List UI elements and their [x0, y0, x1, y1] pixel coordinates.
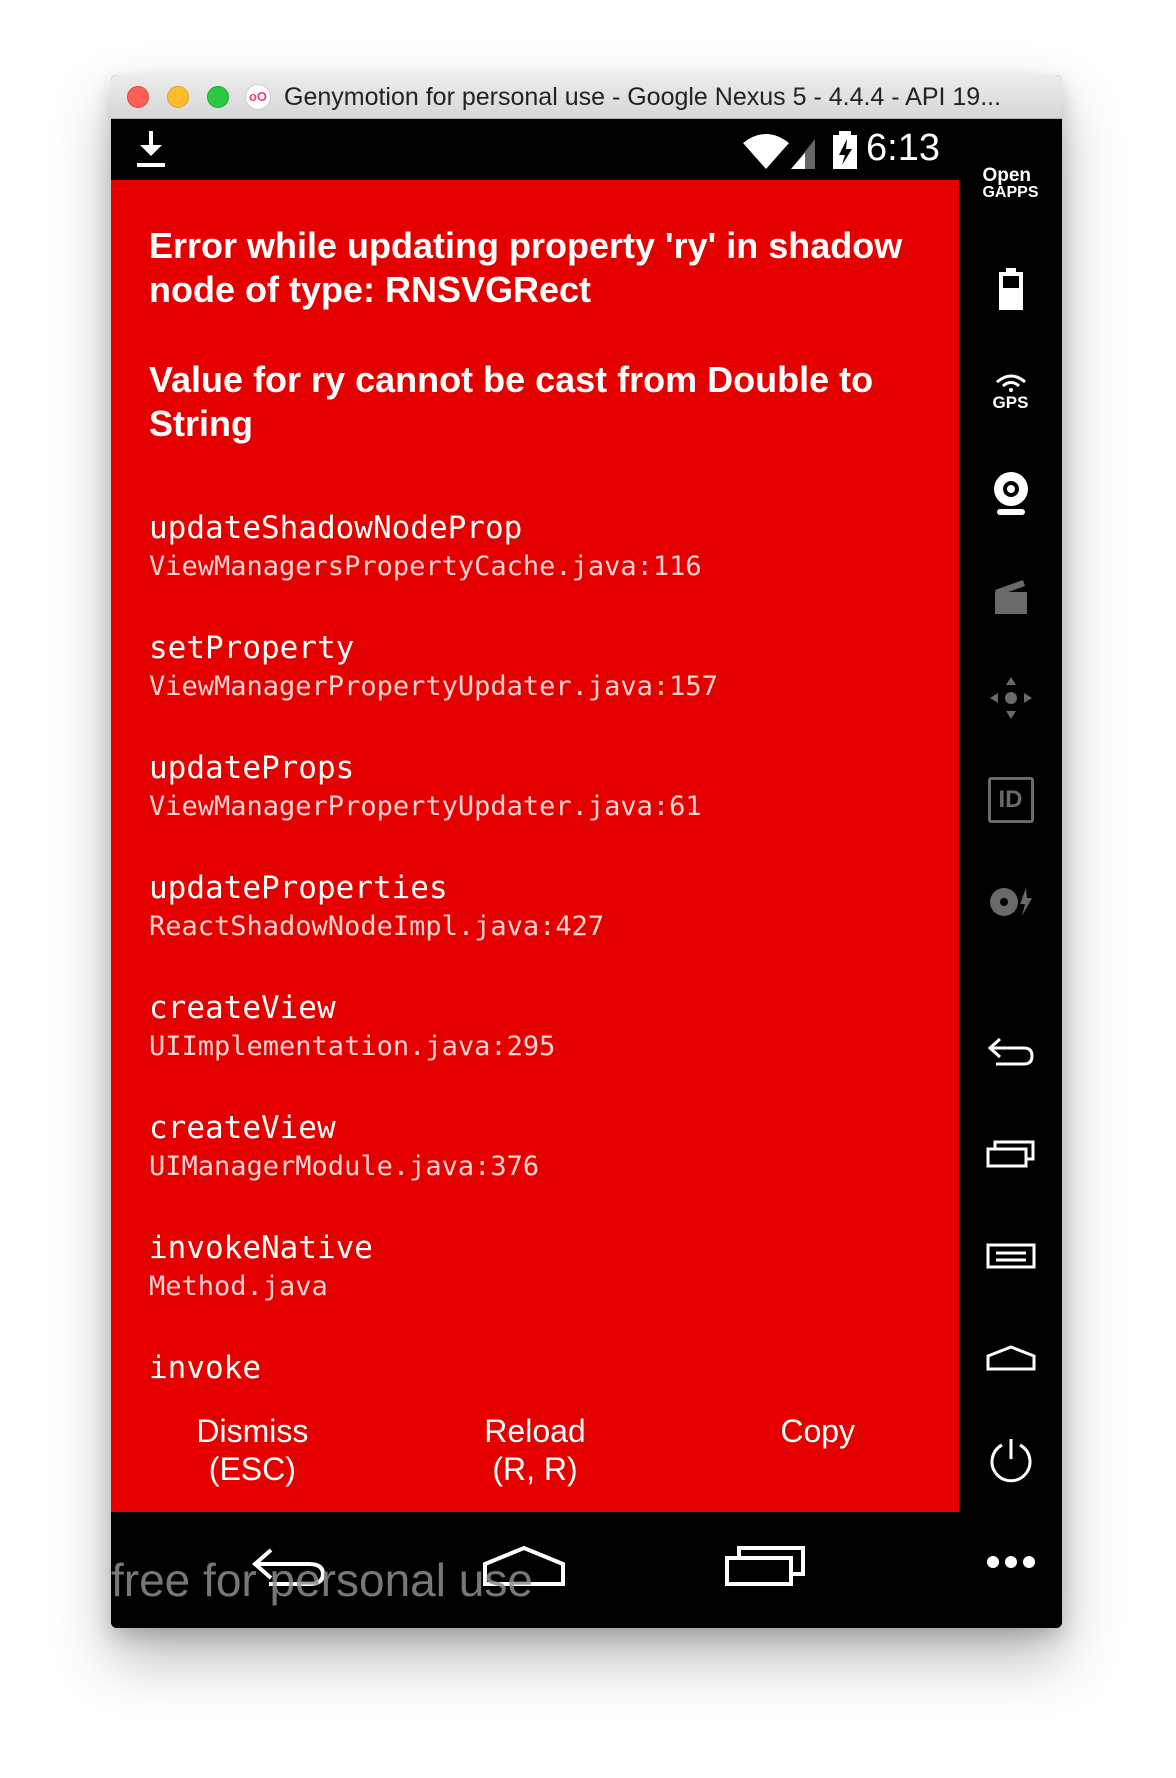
stack-frame[interactable]: setProperty ViewManagerPropertyUpdater.j…: [149, 628, 929, 748]
nav-recents-icon[interactable]: [723, 1544, 809, 1588]
battery-widget-button[interactable]: [959, 245, 1062, 335]
home-icon: [986, 1345, 1035, 1371]
clapperboard-icon: [994, 580, 1027, 614]
disk-io-icon: [989, 888, 1032, 916]
frame-method: updateShadowNodeProp: [149, 510, 523, 546]
close-window-button[interactable]: [127, 86, 149, 108]
frame-file: ReactShadowNodeImpl.java:427: [149, 911, 605, 942]
frame-file: ViewManagerPropertyUpdater.java:61: [149, 791, 702, 822]
frame-method: invokeNative: [149, 1230, 373, 1266]
capture-widget-button[interactable]: [959, 551, 1062, 641]
stack-trace-list[interactable]: updateShadowNodeProp ViewManagersPropert…: [149, 508, 929, 1396]
gps-icon: GPS: [992, 372, 1029, 413]
genymotion-sidebar: Open GAPPS GPS ID: [959, 119, 1062, 1628]
redbox-error-screen: Error while updating property 'ry' in sh…: [111, 180, 959, 1512]
opengapps-icon: Open GAPPS: [982, 165, 1039, 201]
nav-back-icon[interactable]: [249, 1544, 329, 1588]
frame-file: Method.java: [149, 1271, 328, 1302]
error-message: Value for ry cannot be cast from Double …: [149, 359, 874, 444]
dismiss-label: Dismiss: [196, 1413, 309, 1449]
stack-frame[interactable]: invokeNative Method.java: [149, 1228, 929, 1348]
stack-frame[interactable]: invoke: [149, 1348, 929, 1396]
frame-file: UIImplementation.java:295: [149, 1031, 556, 1062]
gps-widget-button[interactable]: GPS: [959, 347, 1062, 437]
window-titlebar[interactable]: oO Genymotion for personal use - Google …: [111, 75, 1062, 119]
device-id-widget-button[interactable]: ID: [959, 755, 1062, 845]
side-menu-button[interactable]: [959, 1211, 1062, 1301]
power-icon: [990, 1439, 1031, 1483]
wifi-signal-battery-icons: [743, 131, 857, 169]
stack-frame[interactable]: createView UIManagerModule.java:376: [149, 1108, 929, 1228]
frame-method: invoke: [149, 1350, 261, 1386]
opengapps-line2: GAPPS: [982, 184, 1039, 201]
copy-button[interactable]: Copy: [676, 1396, 959, 1512]
stack-frame[interactable]: updateProperties ReactShadowNodeImpl.jav…: [149, 868, 929, 988]
download-icon: [137, 131, 165, 167]
genymotion-window: oO Genymotion for personal use - Google …: [111, 75, 1062, 1628]
android-nav-bar: [111, 1512, 959, 1628]
frame-file: ViewManagersPropertyCache.java:116: [149, 551, 702, 582]
frame-file: UIManagerModule.java:376: [149, 1151, 540, 1182]
status-clock: 6:13: [866, 127, 940, 169]
reload-button[interactable]: Reload (R, R): [394, 1396, 677, 1512]
id-icon: ID: [987, 777, 1034, 823]
dpad-widget-button[interactable]: [959, 653, 1062, 743]
back-icon: [987, 1037, 1034, 1066]
android-status-bar: 6:13: [111, 119, 959, 180]
error-title: Error while updating property 'ry' in sh…: [149, 225, 903, 310]
disk-io-widget-button[interactable]: [959, 857, 1062, 947]
nav-home-icon[interactable]: [481, 1544, 567, 1588]
redbox-button-row: Dismiss (ESC) Reload (R, R) Copy: [111, 1396, 959, 1512]
battery-icon: [998, 268, 1023, 310]
dpad-icon: [989, 677, 1032, 719]
frame-method: setProperty: [149, 630, 355, 666]
reload-label: Reload: [484, 1413, 586, 1449]
webcam-icon: [993, 472, 1028, 515]
frame-method: updateProps: [149, 750, 355, 786]
side-power-button[interactable]: [959, 1415, 1062, 1505]
menu-icon: [986, 1243, 1035, 1269]
frame-method: updateProperties: [149, 870, 448, 906]
genymotion-logo-icon: oO: [245, 84, 271, 110]
window-title: Genymotion for personal use - Google Nex…: [284, 83, 1002, 111]
more-dots-icon: [986, 1556, 1035, 1568]
maximize-window-button[interactable]: [207, 86, 229, 108]
stack-frame[interactable]: updateShadowNodeProp ViewManagersPropert…: [149, 508, 929, 628]
reload-shortcut: (R, R): [492, 1451, 578, 1487]
webcam-widget-button[interactable]: [959, 449, 1062, 539]
dismiss-button[interactable]: Dismiss (ESC): [111, 1396, 394, 1512]
frame-method: createView: [149, 1110, 336, 1146]
opengapps-button[interactable]: Open GAPPS: [959, 139, 1062, 229]
side-recents-button[interactable]: [959, 1109, 1062, 1199]
stack-frame[interactable]: createView UIImplementation.java:295: [149, 988, 929, 1108]
frame-method: createView: [149, 990, 336, 1026]
dismiss-shortcut: (ESC): [208, 1451, 296, 1487]
side-more-button[interactable]: [959, 1517, 1062, 1607]
side-home-button[interactable]: [959, 1313, 1062, 1403]
recent-apps-icon: [986, 1140, 1034, 1168]
minimize-window-button[interactable]: [167, 86, 189, 108]
stack-frame[interactable]: updateProps ViewManagerPropertyUpdater.j…: [149, 748, 929, 868]
side-back-button[interactable]: [959, 1007, 1062, 1097]
gps-label: GPS: [992, 392, 1029, 412]
opengapps-line1: Open: [982, 165, 1032, 186]
copy-label: Copy: [780, 1413, 856, 1449]
frame-file: ViewManagerPropertyUpdater.java:157: [149, 671, 718, 702]
